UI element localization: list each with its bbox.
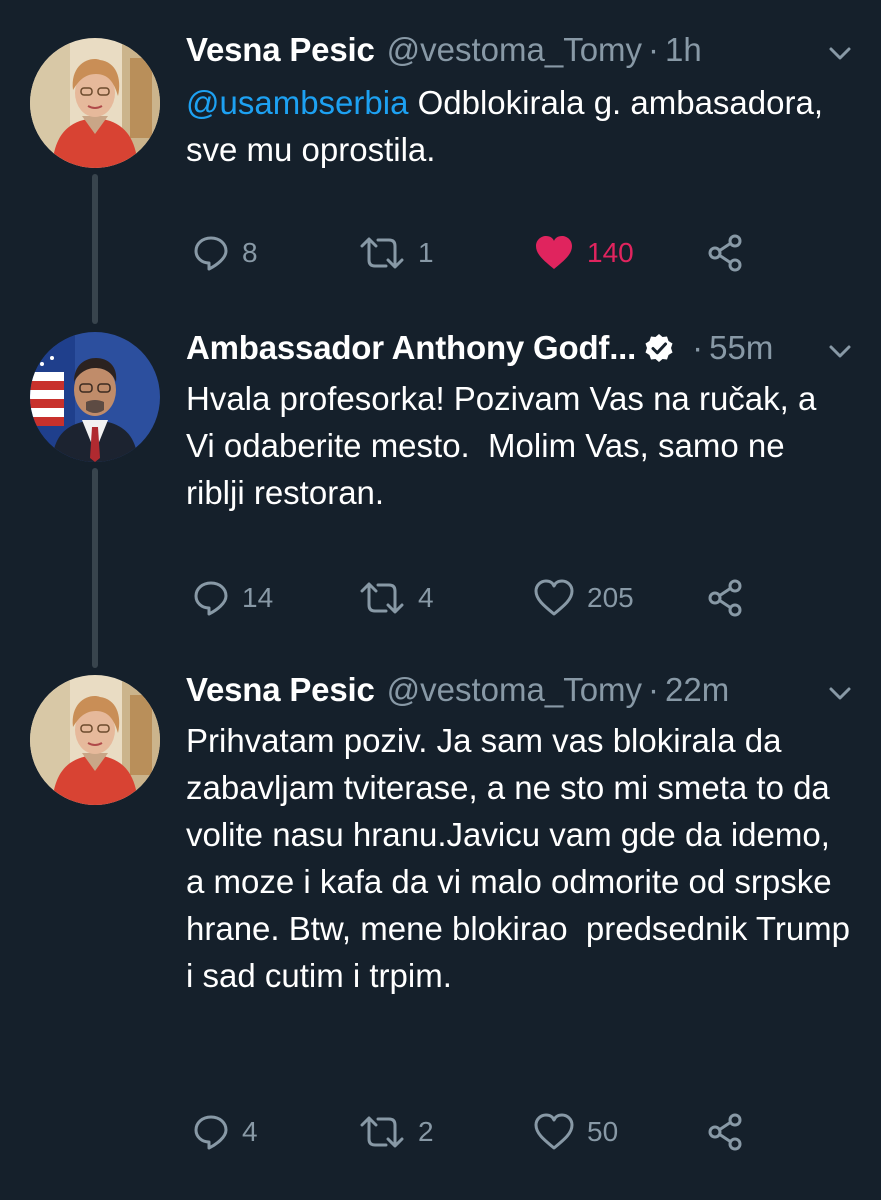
display-name[interactable]: Vesna Pesic — [186, 31, 375, 69]
avatar[interactable] — [30, 38, 160, 168]
separator-dot: · — [692, 329, 704, 366]
like-button[interactable]: 50 — [533, 1107, 618, 1157]
reply-icon — [194, 236, 228, 271]
separator-dot: · — [648, 671, 660, 708]
share-icon — [708, 1113, 742, 1151]
share-icon — [708, 579, 742, 617]
reply-count: 4 — [242, 1116, 258, 1147]
vesna-avatar-image — [30, 38, 160, 168]
like-count: 205 — [587, 582, 634, 613]
like-button[interactable]: 140 — [533, 228, 634, 278]
like-count: 50 — [587, 1116, 619, 1147]
retweet-count: 2 — [418, 1116, 434, 1147]
chevron-down-icon[interactable] — [827, 338, 853, 364]
reply-button[interactable]: 14 — [192, 573, 273, 623]
timestamp[interactable]: 55m — [709, 329, 773, 367]
user-handle[interactable]: @vestoma_Tomy — [387, 671, 642, 709]
timestamp[interactable]: 1h — [665, 31, 702, 69]
retweet-button[interactable]: 4 — [358, 573, 434, 623]
retweet-count: 4 — [418, 582, 434, 613]
avatar[interactable] — [30, 675, 160, 805]
reply-button[interactable]: 8 — [192, 228, 258, 278]
mention-link[interactable]: @usambserbia — [186, 84, 408, 121]
tweet-actions: 14 4 205 — [186, 573, 786, 623]
retweet-count: 1 — [418, 237, 434, 268]
tweet-text: Prihvatam poziv. Ja sam vas blokirala da… — [186, 722, 860, 994]
like-button[interactable]: 205 — [533, 573, 634, 623]
user-handle[interactable]: @vestoma_Tomy — [387, 31, 642, 69]
display-name[interactable]: Ambassador Anthony Godf... — [186, 329, 636, 367]
reply-count: 8 — [242, 237, 258, 268]
reply-icon — [194, 581, 228, 616]
heart-icon — [536, 236, 572, 269]
heart-icon — [534, 1113, 574, 1150]
reply-count: 14 — [242, 582, 274, 613]
tweet-header: Vesna Pesic @vestoma_Tomy · 22m — [186, 670, 861, 710]
tweet-text: @usambserbia Odblokirala g. ambasadora, … — [186, 79, 857, 173]
share-icon — [708, 234, 742, 272]
retweet-button[interactable]: 2 — [358, 1107, 434, 1157]
share-button[interactable] — [706, 1107, 746, 1157]
like-count: 140 — [587, 237, 634, 268]
tweet-actions: 4 2 50 — [186, 1107, 786, 1157]
avatar[interactable] — [30, 332, 160, 462]
ambassador-avatar-image — [30, 332, 160, 462]
chevron-down-icon[interactable] — [827, 680, 853, 706]
tweet-header: Vesna Pesic @vestoma_Tomy · 1h — [186, 30, 861, 70]
retweet-icon — [360, 237, 404, 269]
retweet-icon — [360, 1116, 404, 1148]
verified-badge-icon — [645, 334, 673, 362]
retweet-icon — [360, 582, 404, 614]
tweet-text: Hvala profesorka! Pozivam Vas na ručak, … — [186, 380, 826, 511]
timestamp[interactable]: 22m — [665, 671, 729, 709]
heart-icon — [534, 579, 574, 616]
thread-line-1 — [92, 174, 98, 324]
reply-button[interactable]: 4 — [192, 1107, 258, 1157]
share-button[interactable] — [706, 573, 746, 623]
share-button[interactable] — [706, 228, 746, 278]
thread-line-2 — [92, 468, 98, 668]
tweet-header: Ambassador Anthony Godf... · 55m — [186, 328, 861, 368]
reply-icon — [194, 1115, 228, 1150]
vesna-avatar-image — [30, 675, 160, 805]
display-name[interactable]: Vesna Pesic — [186, 671, 375, 709]
chevron-down-icon[interactable] — [827, 40, 853, 66]
retweet-button[interactable]: 1 — [358, 228, 434, 278]
tweet-actions: 8 1 140 — [186, 228, 786, 278]
separator-dot: · — [648, 31, 660, 68]
